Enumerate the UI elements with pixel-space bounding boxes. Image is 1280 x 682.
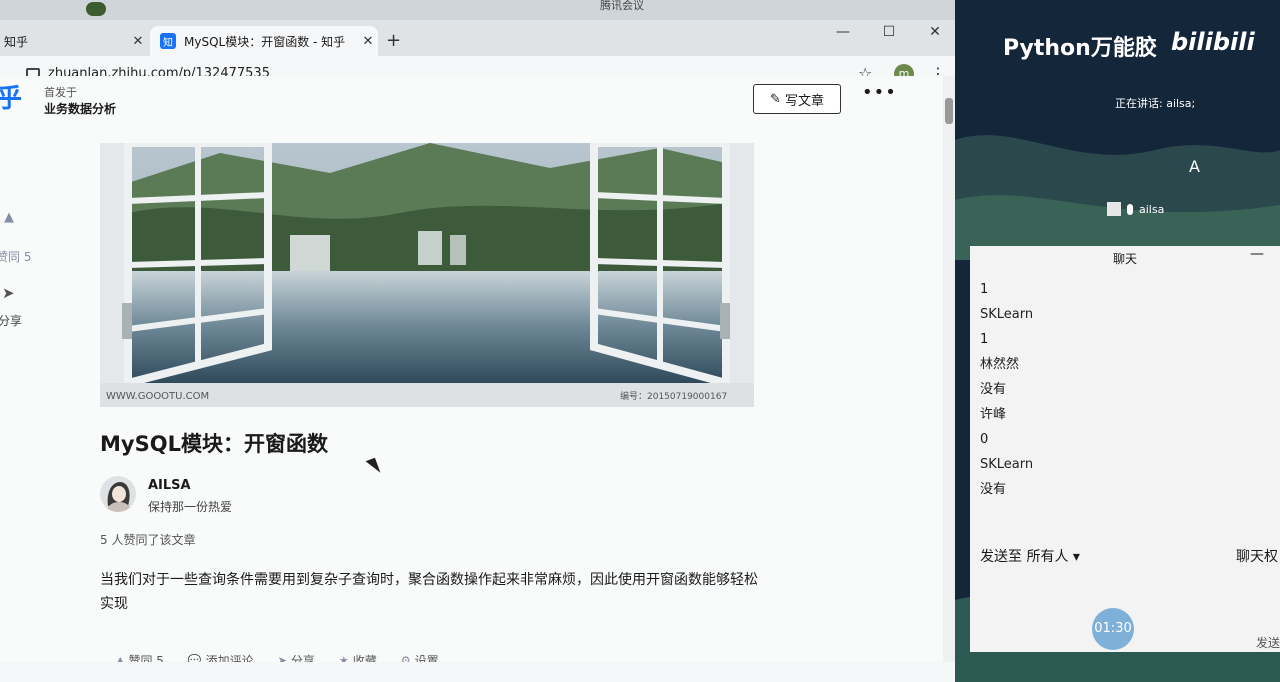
article-title: MySQL模块：开窗函数: [100, 432, 328, 456]
send-button[interactable]: 发送: [1256, 634, 1280, 651]
close-tab-icon[interactable]: ✕: [128, 34, 148, 49]
image-watermark-left: WWW.GOOOTU.COM: [106, 391, 209, 402]
gear-icon: ⚙: [400, 654, 411, 662]
zhihu-logo[interactable]: 乎: [0, 78, 22, 115]
share-label: 分享: [290, 654, 315, 662]
channel-brand: Python万能胶: [1003, 36, 1157, 61]
share-icon: ➤: [277, 654, 287, 662]
tab-title: MySQL模块：开窗函数 - 知乎: [184, 34, 346, 49]
tab-strip: 知乎 ✕ 知 MySQL模块：开窗函数 - 知乎 ✕ + — ☐ ✕: [0, 20, 955, 56]
author-avatar[interactable]: [100, 476, 136, 512]
share-button[interactable]: ➤ 分享: [278, 652, 315, 662]
close-window-button[interactable]: ✕: [920, 24, 950, 40]
participant-name: ailsa: [1139, 202, 1165, 216]
upvote-icon[interactable]: ▲: [4, 210, 14, 225]
favorite-button[interactable]: ★ 收藏: [339, 652, 377, 662]
article-actions-bar: ▲ 赞同 5 💬 添加评论 ➤ 分享 ★ 收藏 ⚙ 设置: [116, 652, 463, 662]
microphone-icon[interactable]: [1127, 203, 1133, 215]
comment-icon: 💬: [187, 654, 202, 662]
maximize-window-button[interactable]: ☐: [874, 24, 904, 40]
upvote-button[interactable]: ▲ 赞同 5: [116, 652, 164, 662]
upvote-label: 赞同 5: [128, 654, 164, 662]
chat-message: 没有: [980, 482, 1007, 497]
zhihu-favicon-icon: 知: [160, 33, 176, 49]
tab-mysql-article[interactable]: 知 MySQL模块：开窗函数 - 知乎 ✕: [150, 26, 378, 56]
chat-messages: 1 SKLearn 1 林然然 没有 许峰 0 SKLearn 没有: [980, 280, 1033, 505]
close-tab-icon[interactable]: ✕: [358, 34, 378, 49]
star-icon: ★: [338, 654, 349, 662]
chat-message: 0: [980, 432, 989, 447]
bilibili-logo: bilibili: [1171, 28, 1255, 56]
new-tab-button[interactable]: +: [386, 30, 401, 51]
chat-message: 没有: [980, 382, 1007, 397]
write-article-button[interactable]: ✎ 写文章: [753, 84, 841, 114]
user-picture-icon: [1107, 202, 1121, 216]
article-paragraph: 当我们对于一些查询条件需要用到复杂子查询时，聚合函数操作起来非常麻烦，因此使用开…: [100, 572, 758, 612]
chat-message: 1: [980, 282, 989, 297]
meeting-app-label: 腾讯会议: [600, 0, 644, 12]
send-to-dropdown[interactable]: 发送至 所有人 ▾: [980, 546, 1080, 566]
edit-icon: ✎: [770, 91, 781, 107]
participant-avatar-letter: A: [1189, 157, 1200, 176]
chat-message: 1: [980, 332, 989, 347]
frog-app-icon[interactable]: [86, 2, 106, 16]
add-comment-label: 添加评论: [205, 654, 254, 662]
chat-sender: 许峰: [980, 407, 1007, 422]
image-watermark-right: 编号：20150719000167: [620, 390, 727, 402]
settings-button[interactable]: ⚙ 设置: [401, 652, 439, 662]
participant-row[interactable]: ailsa: [1107, 202, 1164, 216]
first-published-label: 首发于: [44, 86, 77, 99]
speaking-indicator: 正在讲话: ailsa;: [1115, 97, 1196, 110]
settings-label: 设置: [414, 654, 439, 662]
minimize-chat-button[interactable]: —: [1250, 246, 1264, 262]
header-image: WWW.GOOOTU.COM 编号：20150719000167: [100, 143, 754, 407]
side-likes-count[interactable]: 赞同 5: [0, 248, 31, 265]
minimize-window-button[interactable]: —: [828, 24, 858, 40]
author-name[interactable]: AILSA: [148, 478, 191, 493]
tab-zhihu[interactable]: 知乎 ✕: [0, 26, 148, 56]
author-signature: 保持那一份热爱: [148, 500, 233, 514]
chat-sender: SKLearn: [980, 457, 1034, 472]
side-share-label[interactable]: 分享: [0, 312, 22, 329]
mouse-cursor-icon: [365, 457, 381, 477]
author-portrait-icon: [106, 482, 132, 512]
chat-permission-button[interactable]: 聊天权: [1236, 546, 1278, 566]
timer-badge: 01:30: [1092, 608, 1134, 650]
page-scrollbar[interactable]: [943, 76, 955, 662]
add-comment-button[interactable]: 💬 添加评论: [188, 652, 254, 662]
share-icon[interactable]: ➤: [2, 284, 15, 302]
chat-header: 聊天: [1112, 252, 1137, 266]
upvote-icon: ▲: [116, 654, 125, 662]
write-article-label: 写文章: [784, 93, 824, 109]
tab-title: 知乎: [4, 34, 29, 49]
article-page: 乎 首发于 业务数据分析 ✎ 写文章 ••• ▲ 赞同 5 ➤ 分享 WWW.G…: [0, 76, 943, 662]
scrollbar-thumb[interactable]: [945, 98, 953, 124]
chat-panel: 聊天 — 1 SKLearn 1 林然然 没有 许峰 0 SKLearn 没有 …: [970, 246, 1280, 652]
more-options-icon[interactable]: •••: [862, 82, 897, 103]
chat-sender: 林然然: [980, 357, 1020, 372]
chat-sender: SKLearn: [980, 307, 1034, 322]
favorite-label: 收藏: [352, 654, 377, 662]
column-link[interactable]: 业务数据分析: [44, 100, 116, 117]
desktop-taskbar-strip: 腾讯会议: [0, 0, 955, 20]
likes-summary[interactable]: 5 人赞同了该文章: [100, 531, 195, 548]
